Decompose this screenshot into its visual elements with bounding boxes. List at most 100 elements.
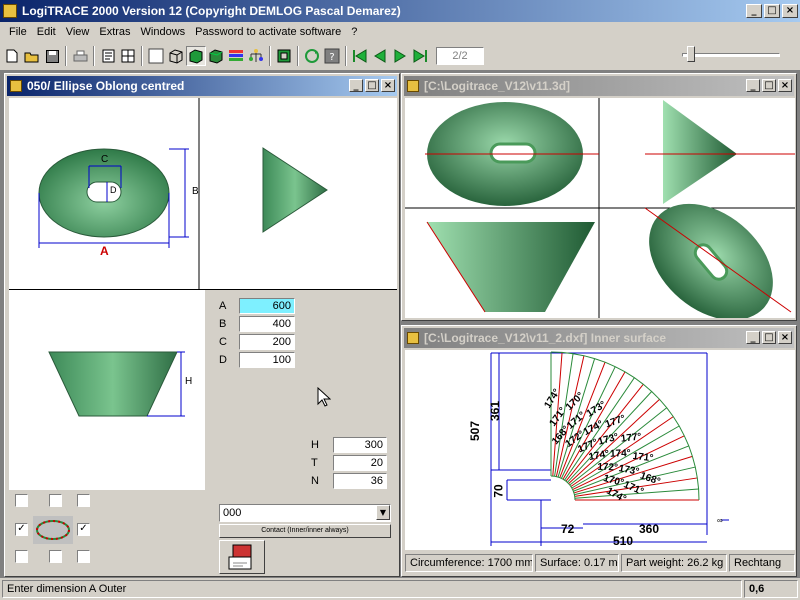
page-view-icon[interactable] xyxy=(98,46,118,66)
3d-close-button[interactable]: × xyxy=(778,79,792,92)
dxf-window: [C:\Logitrace_V12\v11_2.dxf] Inner surfa… xyxy=(401,325,797,577)
param-h-input[interactable]: 300 xyxy=(333,437,387,453)
dim-d-input[interactable]: 100 xyxy=(239,352,295,368)
checkbox-top-left[interactable] xyxy=(15,494,28,507)
contact-checkbox-grid: ✓ ✓ xyxy=(13,492,103,564)
colors-icon[interactable] xyxy=(226,46,246,66)
info-icon[interactable]: ? xyxy=(322,46,342,66)
params-window-titlebar: 050/ Ellipse Oblong centred _ □ × xyxy=(7,76,397,96)
menu-extras[interactable]: Extras xyxy=(94,26,135,38)
fan-inner-edge xyxy=(550,475,576,501)
dim-b-label: B xyxy=(219,318,227,330)
zoom-slider[interactable] xyxy=(680,46,782,64)
param-t-label: T xyxy=(311,457,318,469)
fan-angle-label: 172° xyxy=(597,462,618,474)
dxf-close-button[interactable]: × xyxy=(778,331,792,344)
menu-view[interactable]: View xyxy=(61,26,95,38)
checkbox-mid-left[interactable]: ✓ xyxy=(15,523,28,536)
menu-bar: File Edit View Extras Windows Password t… xyxy=(4,23,362,41)
dim-lower-height: 70 xyxy=(491,484,506,498)
surface-status: Surface: 0.17 m² xyxy=(535,554,619,572)
dim-c-label: C xyxy=(219,336,227,348)
params-maximize-button[interactable]: □ xyxy=(365,79,379,92)
drawing-top-view: C D B A xyxy=(9,98,397,290)
dim-total-width: 510 xyxy=(613,534,634,548)
tree-icon[interactable] xyxy=(246,46,266,66)
material-combo-value: 000 xyxy=(223,507,242,519)
checkbox-top-mid[interactable] xyxy=(49,494,62,507)
3d-window-titlebar: [C:\Logitrace_V12\v11.3d] _ □ × xyxy=(404,76,794,96)
3d-viewport[interactable] xyxy=(405,98,795,321)
fan-angle-label: 170° xyxy=(602,473,625,489)
param-h-label: H xyxy=(311,439,319,451)
weight-status: Part weight: 26.2 kg xyxy=(621,554,727,572)
params-window: 050/ Ellipse Oblong centred _ □ × C D B … xyxy=(4,73,400,577)
cube-wire-icon[interactable] xyxy=(166,46,186,66)
app-titlebar: LogiTRACE 2000 Version 12 (Copyright DEM… xyxy=(0,0,800,22)
maximize-button[interactable]: □ xyxy=(764,4,780,18)
dim-label-h: H xyxy=(185,376,193,387)
dim-small-width: 72 xyxy=(561,522,575,536)
3d-maximize-button[interactable]: □ xyxy=(762,79,776,92)
material-combo[interactable]: 000 ▼ xyxy=(219,504,391,522)
app-icon xyxy=(3,4,17,18)
fan-angle-label: 171° xyxy=(632,451,654,464)
close-button[interactable]: × xyxy=(782,4,798,18)
cube-solid-icon[interactable] xyxy=(186,46,206,66)
dxf-window-titlebar: [C:\Logitrace_V12\v11_2.dxf] Inner surfa… xyxy=(404,328,794,348)
chevron-down-icon[interactable]: ▼ xyxy=(376,505,390,520)
dxf-viewport[interactable]: ∞ 174° 171° 168° 170° 171° 172° 173° 174° 177° 17… xyxy=(405,350,795,550)
dxf-minimize-button[interactable]: _ xyxy=(746,331,760,344)
last-page-icon[interactable] xyxy=(410,46,430,66)
minimize-button[interactable]: _ xyxy=(746,4,762,18)
rotate-icon[interactable] xyxy=(302,46,322,66)
prev-page-icon[interactable] xyxy=(370,46,390,66)
ellipse-preview-icon xyxy=(33,516,73,544)
checkbox-bottom-mid[interactable] xyxy=(49,550,62,563)
fan-angle-label: 173° xyxy=(618,463,640,478)
menu-file[interactable]: File xyxy=(4,26,32,38)
param-t-input[interactable]: 20 xyxy=(333,455,387,471)
new-file-icon[interactable] xyxy=(2,46,22,66)
dim-label-c: C xyxy=(101,154,109,165)
outline-view-icon[interactable] xyxy=(146,46,166,66)
dxf-status-row: Circumference: 1700 mm Surface: 0.17 m² … xyxy=(405,554,795,574)
fan-angle-label: 177° xyxy=(604,413,627,430)
grid-view-icon[interactable] xyxy=(118,46,138,66)
cube-shaded-icon[interactable] xyxy=(206,46,226,66)
dim-a-input[interactable]: 600 xyxy=(239,298,295,314)
3d-minimize-button[interactable]: _ xyxy=(746,79,760,92)
next-page-icon[interactable] xyxy=(390,46,410,66)
print-icon[interactable] xyxy=(70,46,90,66)
dxf-maximize-button[interactable]: □ xyxy=(762,331,776,344)
menu-password[interactable]: Password to activate software xyxy=(190,26,346,38)
menu-edit[interactable]: Edit xyxy=(32,26,61,38)
checkbox-mid-right[interactable]: ✓ xyxy=(77,523,90,536)
dim-b-input[interactable]: 400 xyxy=(239,316,295,332)
dim-c-input[interactable]: 200 xyxy=(239,334,295,350)
zoom-slider-thumb[interactable] xyxy=(686,46,695,62)
status-value: 0,6 xyxy=(744,580,798,598)
circumference-status: Circumference: 1700 mm xyxy=(405,554,533,572)
menu-help[interactable]: ? xyxy=(346,26,362,38)
frame-icon[interactable] xyxy=(274,46,294,66)
first-page-icon[interactable] xyxy=(350,46,370,66)
menu-windows[interactable]: Windows xyxy=(136,26,191,38)
params-close-button[interactable]: × xyxy=(381,79,395,92)
calculate-button[interactable] xyxy=(219,540,265,574)
fan-angle-label: 174° xyxy=(610,448,631,460)
checkbox-top-right[interactable] xyxy=(77,494,90,507)
params-minimize-button[interactable]: _ xyxy=(349,79,363,92)
window-icon xyxy=(10,80,22,92)
save-icon[interactable] xyxy=(42,46,62,66)
dim-total-height: 507 xyxy=(468,420,483,442)
dxf-window-title: [C:\Logitrace_V12\v11_2.dxf] Inner surfa… xyxy=(424,331,667,345)
param-n-input[interactable]: 36 xyxy=(333,473,387,489)
contact-button[interactable]: Contact (Inner/inner always) xyxy=(219,524,391,538)
checkbox-bottom-left[interactable] xyxy=(15,550,28,563)
checkbox-bottom-right[interactable] xyxy=(77,550,90,563)
params-group: H 300 T 20 N 36 xyxy=(311,436,391,490)
app-title: LogiTRACE 2000 Version 12 (Copyright DEM… xyxy=(22,4,401,18)
fan-angle-label: 177° xyxy=(620,432,642,445)
open-folder-icon[interactable] xyxy=(22,46,42,66)
